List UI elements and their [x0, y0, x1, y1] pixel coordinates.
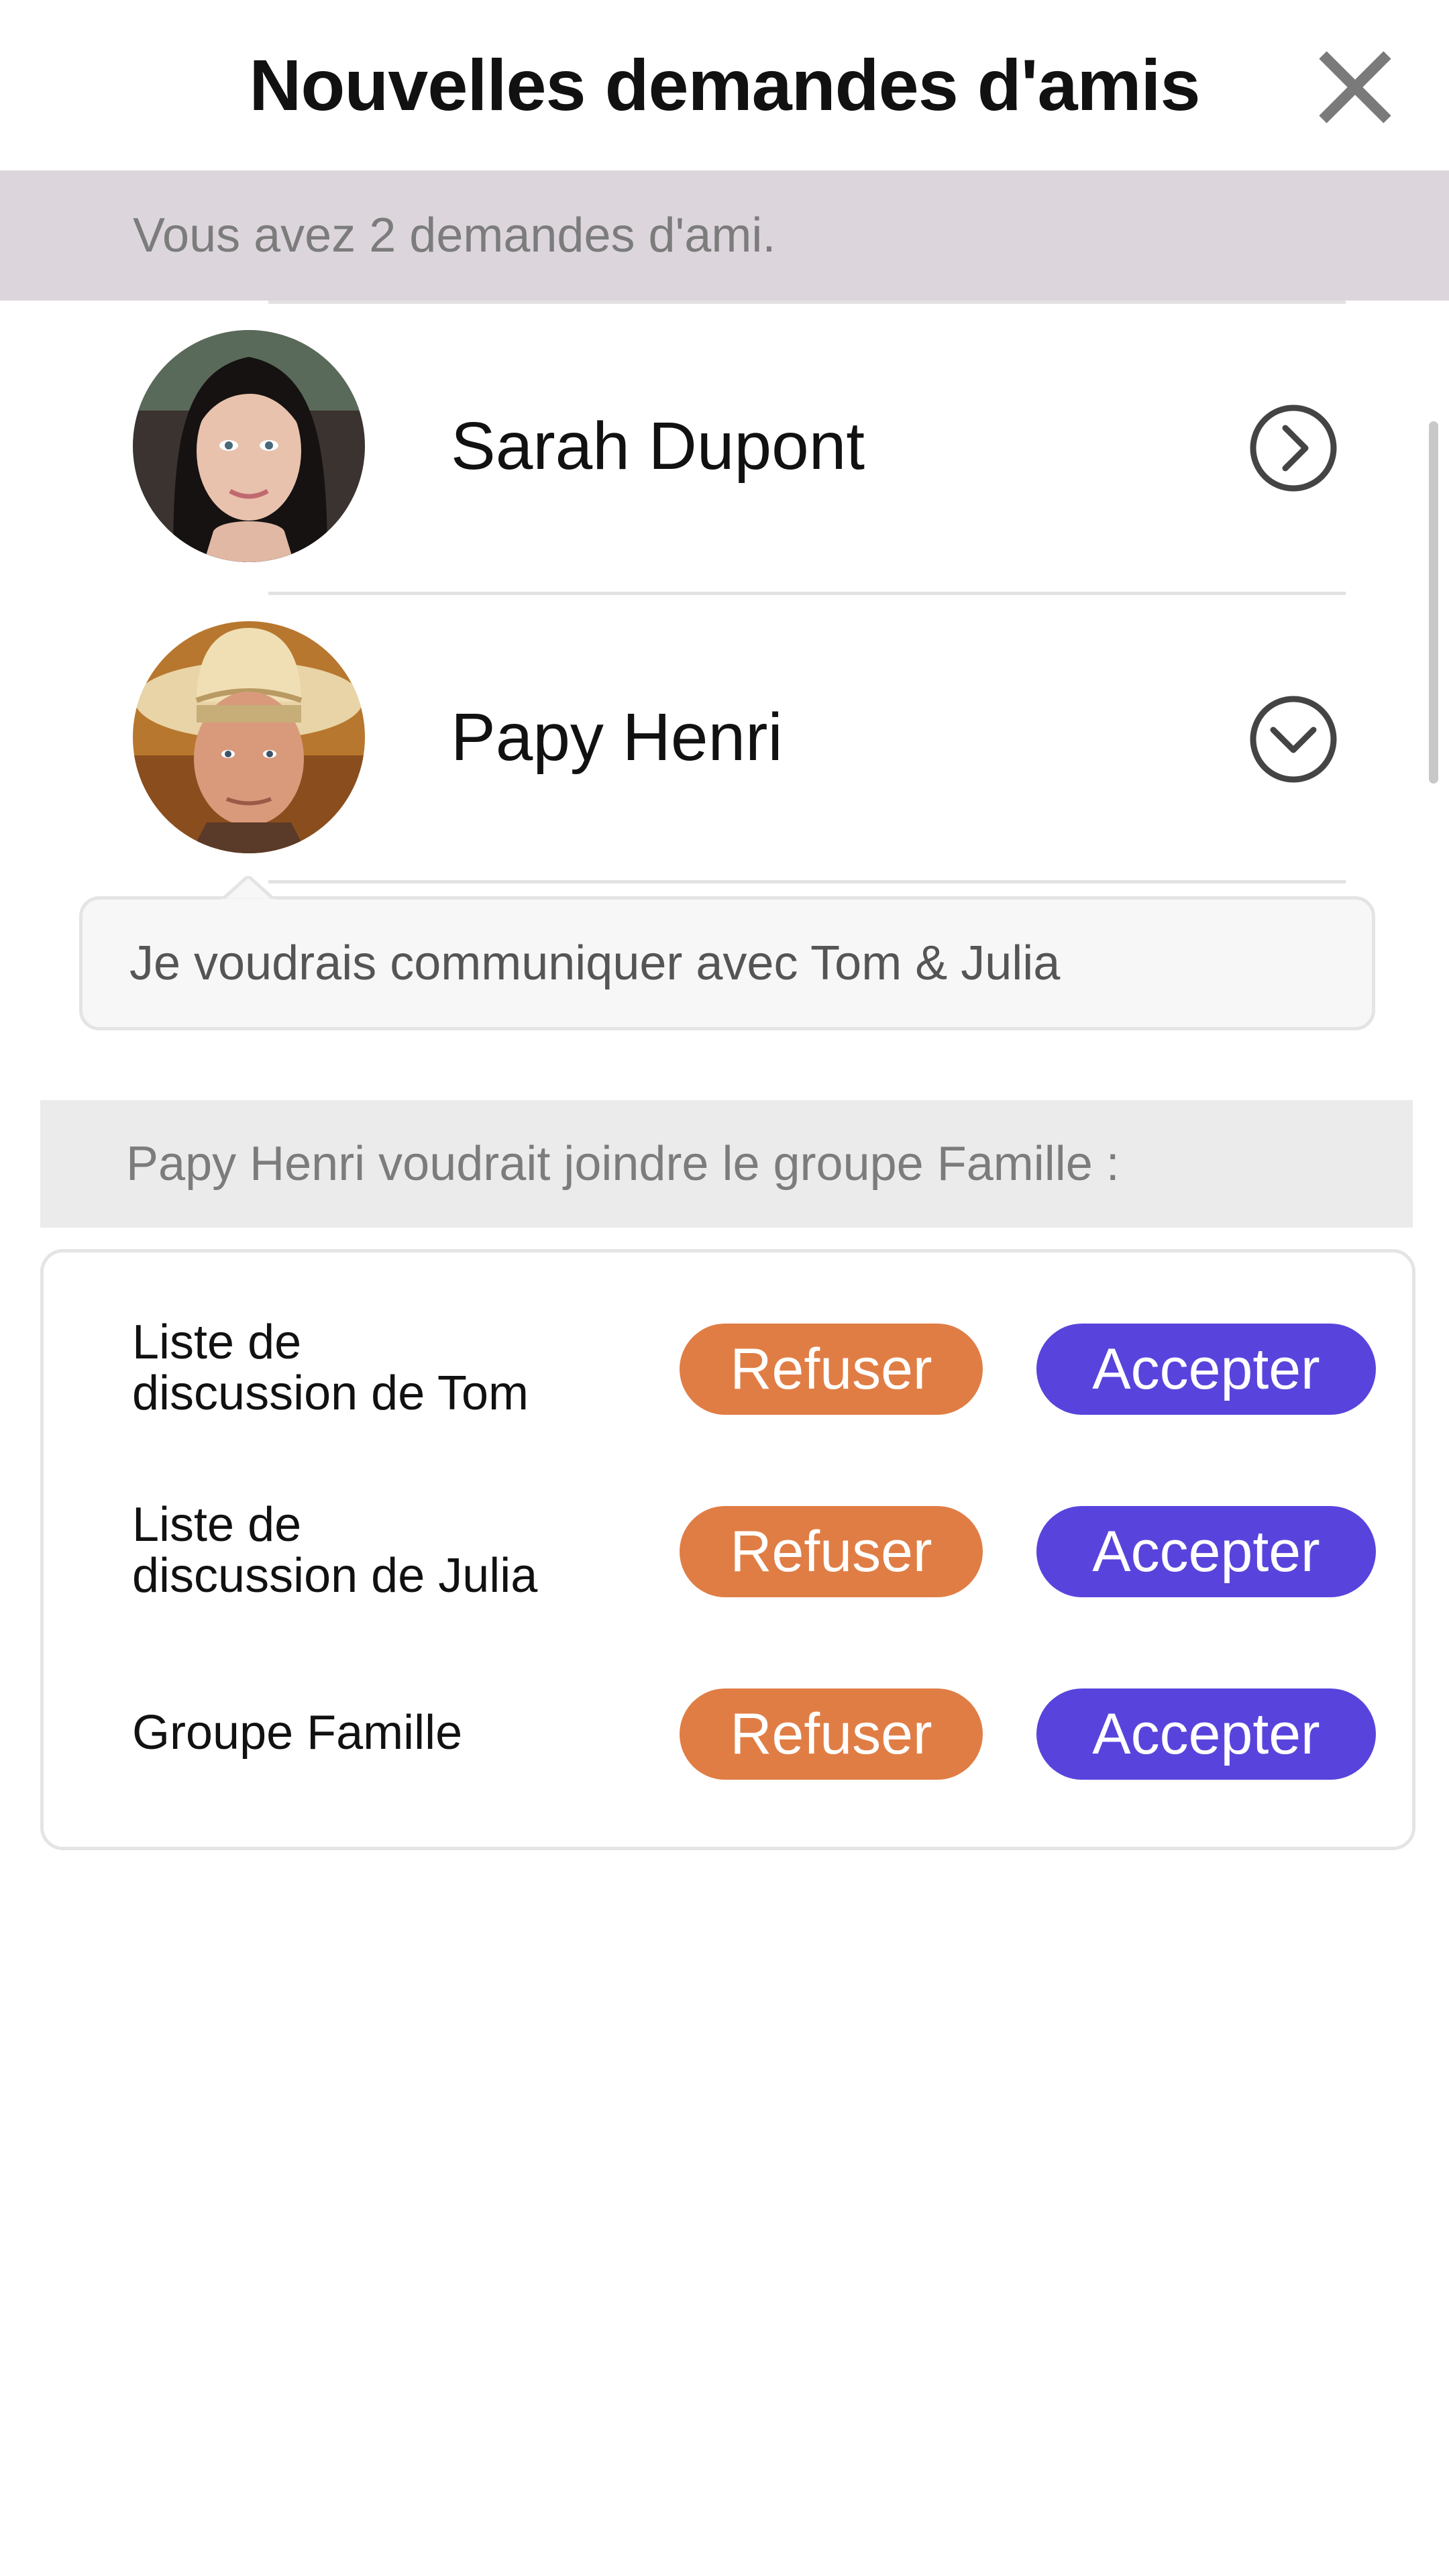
- group-request-row: Liste de discussion de Julia Refuser Acc…: [44, 1477, 1412, 1624]
- accept-button[interactable]: Accepter: [1036, 1688, 1376, 1780]
- man-cowboy-hat-avatar: [133, 621, 365, 853]
- group-requests-card: Liste de discussion de Tom Refuser Accep…: [40, 1249, 1415, 1850]
- friend-name: Papy Henri: [451, 700, 783, 775]
- page-title: Nouvelles demandes d'amis: [249, 44, 1200, 125]
- scrollbar[interactable]: [1429, 421, 1438, 784]
- close-icon: [1319, 51, 1391, 123]
- request-message: Je voudrais communiquer avec Tom & Julia: [129, 936, 1061, 990]
- refuse-button[interactable]: Refuser: [680, 1324, 983, 1415]
- request-message-bubble: Je voudrais communiquer avec Tom & Julia: [79, 896, 1375, 1030]
- label-line: discussion de Julia: [132, 1549, 538, 1603]
- friend-request-row-sarah[interactable]: Sarah Dupont: [0, 301, 1449, 592]
- summary-text: Vous avez 2 demandes d'ami.: [133, 209, 776, 262]
- friend-request-row-henri[interactable]: Papy Henri: [0, 592, 1449, 883]
- label-line: Groupe Famille: [132, 1706, 463, 1760]
- woman-portrait-avatar: [133, 330, 365, 562]
- chevron-down-circle-icon: [1250, 696, 1337, 783]
- header: Nouvelles demandes d'amis: [0, 0, 1449, 170]
- label-line: discussion de Tom: [132, 1366, 529, 1420]
- bubble-pointer: [221, 876, 275, 903]
- avatar: [133, 621, 365, 853]
- expand-button[interactable]: [1248, 402, 1339, 494]
- group-request-row: Groupe Famille Refuser Accepter: [44, 1659, 1412, 1807]
- avatar: [133, 330, 365, 562]
- group-request-text: Papy Henri voudrait joindre le groupe Fa…: [126, 1137, 1120, 1191]
- label-line: Liste de: [132, 1498, 302, 1552]
- accept-button[interactable]: Accepter: [1036, 1324, 1376, 1415]
- chevron-right-circle-icon: [1250, 405, 1337, 492]
- group-request-label: Liste de discussion de Tom: [132, 1294, 642, 1442]
- summary-bar: Vous avez 2 demandes d'ami.: [0, 170, 1449, 301]
- collapse-button[interactable]: [1248, 694, 1339, 785]
- group-request-label: Groupe Famille: [132, 1659, 642, 1807]
- friend-name: Sarah Dupont: [451, 409, 865, 484]
- divider: [268, 880, 1346, 883]
- accept-button[interactable]: Accepter: [1036, 1506, 1376, 1597]
- group-request-banner: Papy Henri voudrait joindre le groupe Fa…: [40, 1100, 1413, 1228]
- refuse-button[interactable]: Refuser: [680, 1506, 983, 1597]
- label-line: Liste de: [132, 1316, 302, 1369]
- group-request-label: Liste de discussion de Julia: [132, 1477, 642, 1624]
- group-request-row: Liste de discussion de Tom Refuser Accep…: [44, 1294, 1412, 1442]
- refuse-button[interactable]: Refuser: [680, 1688, 983, 1780]
- divider: [268, 592, 1346, 595]
- close-button[interactable]: [1315, 47, 1395, 127]
